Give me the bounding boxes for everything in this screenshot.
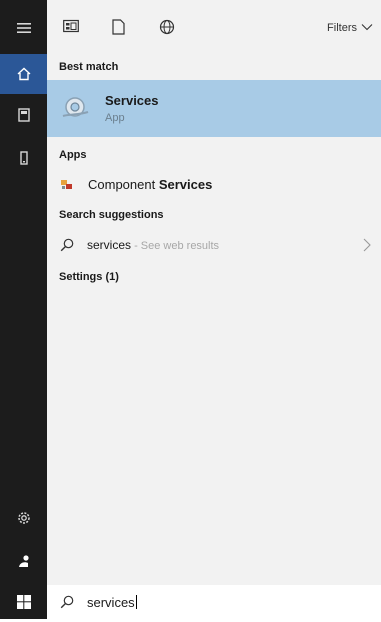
filters-label: Filters	[327, 22, 357, 34]
apps-heading: Apps	[59, 149, 87, 161]
user-button[interactable]	[0, 541, 47, 581]
app-result-prefix: Component	[88, 177, 159, 192]
user-icon	[16, 553, 32, 569]
home-button[interactable]	[0, 54, 47, 94]
menu-button[interactable]	[0, 8, 47, 48]
windows-icon	[16, 595, 31, 609]
device-icon	[16, 150, 32, 166]
search-box[interactable]: services	[47, 585, 381, 619]
best-match-result[interactable]: Services App	[47, 80, 381, 137]
device-button[interactable]	[0, 138, 47, 178]
app-result-label: Component Services	[88, 177, 212, 192]
settings-heading[interactable]: Settings (1)	[59, 271, 119, 283]
chevron-down-icon	[361, 22, 373, 34]
app-result-component-services[interactable]: Component Services	[47, 172, 381, 198]
start-button[interactable]	[0, 582, 47, 622]
left-rail	[0, 0, 47, 619]
best-match-subtitle: App	[105, 112, 125, 124]
suggestion-text: services - See web results	[87, 238, 219, 252]
best-match-title: Services	[105, 93, 159, 108]
filters-button[interactable]: Filters	[327, 22, 373, 34]
search-input[interactable]: services	[87, 595, 137, 610]
component-services-icon	[60, 178, 74, 197]
search-icon	[60, 595, 74, 614]
web-search-suggestion[interactable]: services - See web results	[47, 232, 381, 258]
document-icon[interactable]	[112, 19, 125, 40]
web-icon[interactable]	[159, 19, 175, 40]
home-icon	[16, 66, 32, 82]
chevron-right-icon[interactable]	[363, 238, 371, 257]
apps-icon[interactable]	[63, 19, 79, 38]
document-icon	[16, 107, 32, 123]
gear-icon	[16, 510, 32, 526]
suggestion-hint: - See web results	[131, 240, 220, 252]
search-suggestions-heading: Search suggestions	[59, 209, 164, 221]
hamburger-icon	[16, 21, 32, 35]
suggestion-query: services	[87, 238, 132, 252]
app-result-match: Services	[158, 177, 213, 192]
settings-button[interactable]	[0, 498, 47, 538]
search-icon	[60, 238, 74, 257]
best-match-heading: Best match	[59, 61, 119, 73]
filter-bar: Filters	[47, 0, 381, 50]
documents-button[interactable]	[0, 95, 47, 135]
services-app-icon	[61, 94, 91, 127]
search-input-value: services	[87, 595, 135, 610]
search-results-panel: Filters Best match Services App Apps Com…	[47, 0, 381, 619]
text-caret	[135, 595, 137, 609]
